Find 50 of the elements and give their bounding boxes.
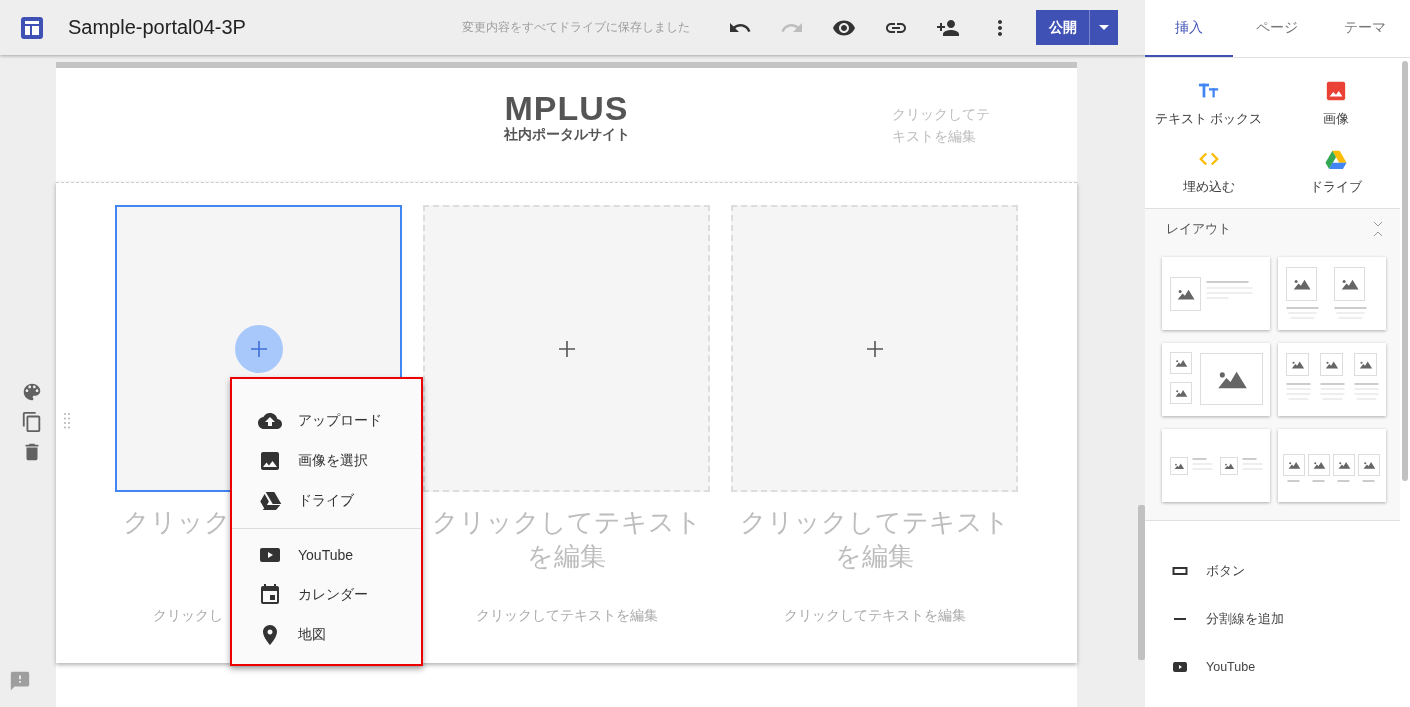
menu-item[interactable]: YouTube: [232, 535, 421, 575]
feedback-icon[interactable]: [9, 670, 31, 692]
image-icon: [258, 449, 282, 473]
calendar-icon: [258, 583, 282, 607]
collapse-icon[interactable]: [1372, 221, 1384, 237]
tab[interactable]: テーマ: [1321, 0, 1409, 57]
app-logo-icon[interactable]: [20, 15, 44, 40]
drag-handle-icon[interactable]: [64, 413, 70, 429]
panel-item[interactable]: ボタン: [1145, 547, 1400, 595]
layout-thumbnail-icon: [1285, 266, 1367, 319]
play-icon: [1172, 659, 1188, 675]
layout-thumbnail-icon: [1169, 456, 1263, 475]
layout-thumbnail-icon: [1169, 351, 1263, 405]
copy-icon[interactable]: [21, 411, 43, 433]
layout-card[interactable]: [1278, 429, 1386, 502]
publish-menu-button[interactable]: [1090, 10, 1118, 45]
palette-icon[interactable]: [21, 381, 43, 403]
panel-item[interactable]: YouTube: [1145, 643, 1400, 691]
menu-item[interactable]: カレンダー: [232, 575, 421, 615]
plus-icon[interactable]: [865, 339, 884, 358]
menu-item[interactable]: アップロード: [232, 401, 421, 441]
save-status: 変更内容をすべてドライブに保存しました: [462, 19, 690, 36]
layout-card[interactable]: [1162, 343, 1270, 416]
insert-item[interactable]: テキスト ボックス: [1145, 80, 1273, 128]
menu-item[interactable]: 画像を選択: [232, 441, 421, 481]
section-title: レイアウト: [1166, 220, 1231, 238]
tab[interactable]: 挿入: [1145, 0, 1233, 57]
menu-item[interactable]: 地図: [232, 615, 421, 655]
divider-icon: [1174, 618, 1186, 620]
menu-item[interactable]: ドライブ: [232, 481, 421, 521]
layout-thumbnail-icon: [1282, 453, 1380, 482]
image-icon: [1325, 80, 1348, 102]
plus-icon[interactable]: [557, 339, 576, 358]
layout-thumbnail-icon: [1169, 276, 1253, 311]
logo-subtitle: 社内ポータルサイト: [503, 126, 630, 144]
panel-item[interactable]: 分割線を追加: [1145, 595, 1400, 643]
insert-item[interactable]: ドライブ: [1272, 148, 1400, 196]
drive-icon: [258, 489, 282, 513]
logo-title: MPLUS: [504, 90, 629, 126]
layout-thumbnail-icon: [1285, 352, 1379, 400]
insert-item[interactable]: 埋め込む: [1145, 148, 1273, 196]
caret-icon[interactable]: [1099, 25, 1109, 30]
insert-item[interactable]: 画像: [1272, 80, 1400, 128]
publish-button[interactable]: 公開: [1036, 10, 1090, 45]
document-title[interactable]: Sample-portal04-3P: [68, 16, 246, 39]
scrollbar[interactable]: [1138, 505, 1145, 660]
drive-icon: [1325, 148, 1348, 170]
tab[interactable]: ページ: [1233, 0, 1321, 57]
plus-icon[interactable]: [249, 339, 268, 358]
scrollbar[interactable]: [1402, 61, 1408, 481]
